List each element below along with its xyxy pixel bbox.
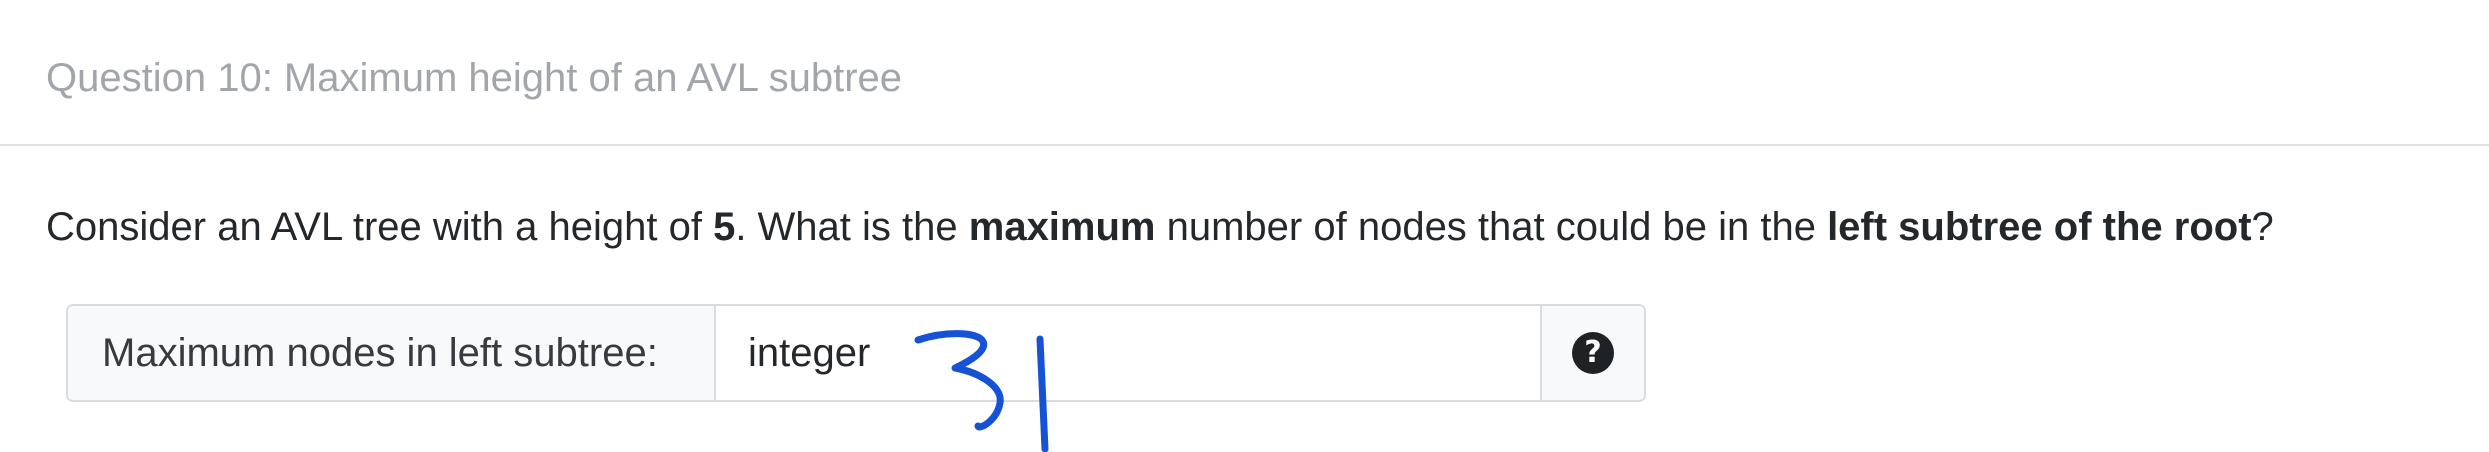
prompt-text-4: ? [2251, 205, 2274, 249]
prompt-height-value: 5 [713, 205, 736, 249]
prompt-maximum: maximum [968, 205, 1156, 249]
question-prompt: Consider an AVL tree with a height of 5.… [46, 205, 2274, 250]
prompt-text-1: Consider an AVL tree with a height of [46, 205, 714, 249]
question-page: Question 10: Maximum height of an AVL su… [0, 0, 2489, 452]
question-title: Question 10: Maximum height of an AVL su… [46, 56, 903, 100]
answer-input[interactable] [716, 306, 1542, 400]
prompt-text-3: number of nodes that could be in the [1155, 205, 1828, 249]
answer-input-group: Maximum nodes in left subtree: ? [66, 304, 1646, 402]
prompt-text-2: . What is the [735, 205, 969, 249]
answer-label: Maximum nodes in left subtree: [68, 306, 716, 400]
help-button[interactable]: ? [1542, 306, 1644, 400]
question-header: Question 10: Maximum height of an AVL su… [0, 0, 2489, 146]
question-circle-icon: ? [1572, 332, 1614, 374]
prompt-left-subtree: left subtree of the root [1827, 205, 2252, 249]
